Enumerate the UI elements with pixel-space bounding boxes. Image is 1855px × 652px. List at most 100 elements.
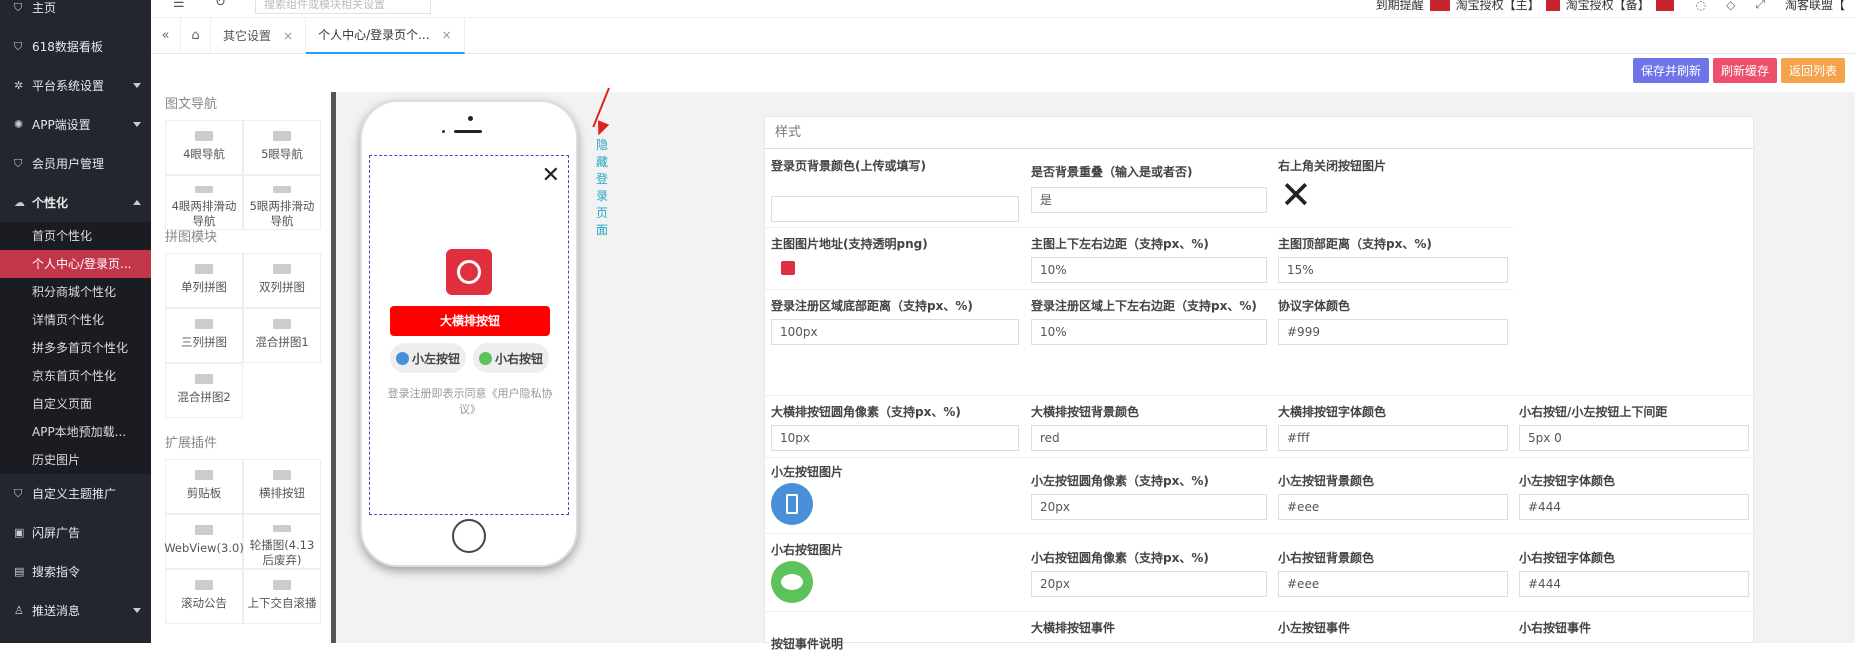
sidebar-item-splash-ads[interactable]: ▣ 闪屏广告	[0, 513, 151, 552]
sidebar-item-push-messages[interactable]: ♙ 推送消息	[0, 591, 151, 630]
taobao-auth-backup[interactable]: 淘宝授权【备】	[1566, 0, 1650, 13]
sidebar-item-member-management[interactable]: ⛉ 会员用户管理	[0, 144, 151, 183]
tabs-scroll-left-icon[interactable]: «	[151, 17, 181, 54]
main-login-button[interactable]: 大横排按钮	[390, 306, 550, 336]
sidebar-subitem[interactable]: 详情页个性化	[0, 306, 151, 334]
taobao-auth-main[interactable]: 淘宝授权【主】	[1456, 0, 1540, 13]
widget-5-eye-nav[interactable]: 5眼导航	[243, 120, 321, 175]
tag-icon[interactable]: ◇	[1726, 0, 1735, 12]
tab-label: 其它设置	[223, 29, 272, 43]
sidebar-item-search-command[interactable]: ▤ 搜索指令	[0, 552, 151, 591]
widget-label: 上下交自滚播	[247, 596, 317, 610]
shield-icon: ⛉	[14, 0, 23, 14]
widget-4-eye-slide-nav[interactable]: 4眼两排滑动导航	[165, 175, 243, 230]
widget-icon	[195, 319, 213, 329]
bg-repeat-input[interactable]: 是	[1031, 187, 1267, 213]
widget-double-puzzle[interactable]: 双列拼图	[243, 253, 321, 308]
main-btn-font-input[interactable]: #fff	[1278, 425, 1508, 451]
left-btn-radius-input[interactable]: 20px	[1031, 494, 1267, 520]
palette-icon[interactable]: ◌	[1696, 0, 1706, 12]
sidebar-item-618-dashboard[interactable]: ⛉ 618数据看板	[0, 27, 151, 66]
widget-carousel[interactable]: 轮播图(4.13后废弃)	[243, 514, 321, 569]
left-btn-font-field: 小左按钮字体颜色	[1519, 472, 1615, 489]
sidebar-subitem[interactable]: APP本地预加载...	[0, 418, 151, 446]
right-small-button[interactable]: 小右按钮	[473, 343, 549, 373]
small-btn-gap-input[interactable]: 5px 0	[1519, 425, 1749, 451]
menu-toggle-icon[interactable]: ☰	[173, 0, 185, 11]
field-label: 主图图片地址(支持透明png)	[771, 237, 928, 251]
left-btn-image-field: 小左按钮图片	[771, 463, 843, 480]
widget-webview[interactable]: WebView(3.0)	[164, 514, 244, 569]
main-margin-input[interactable]: 10%	[1031, 257, 1267, 283]
right-btn-bg-input[interactable]: #eee	[1278, 571, 1508, 597]
right-btn-font-input[interactable]: #444	[1519, 571, 1749, 597]
sidebar-subitem-active[interactable]: 个人中心/登录页...	[0, 250, 151, 278]
main-btn-bg-input[interactable]: red	[1031, 425, 1267, 451]
sidebar-item-app-settings[interactable]: ✺ APP端设置	[0, 105, 151, 144]
sidebar-item-personalization[interactable]: ☁ 个性化	[0, 183, 151, 222]
field-label: 按钮事件说明	[771, 637, 844, 651]
sidebar-subitem[interactable]: 积分商城个性化	[0, 278, 151, 306]
wrench-icon: ✲	[14, 79, 24, 92]
left-small-button[interactable]: 小左按钮	[390, 343, 466, 373]
widget-single-puzzle[interactable]: 单列拼图	[165, 253, 243, 308]
fullscreen-icon[interactable]: ⤢	[1755, 0, 1765, 12]
main-btn-font-field: 大横排按钮字体颜色	[1278, 403, 1386, 420]
sidebar-subitem[interactable]: 拼多多首页个性化	[0, 334, 151, 362]
widget-scroll-notice[interactable]: 滚动公告	[165, 569, 243, 624]
phone-icon[interactable]	[771, 483, 813, 525]
global-search-input[interactable]: 搜索组件或模块相关设置	[255, 0, 431, 14]
sidebar-subitem[interactable]: 京东首页个性化	[0, 362, 151, 390]
bg-color-input[interactable]	[771, 196, 1019, 222]
field-label: 小右按钮/小左按钮上下间距	[1519, 405, 1668, 419]
sidebar-subitem[interactable]: 历史图片	[0, 446, 151, 474]
main-margin-field: 主图上下左右边距（支持px、%)	[1031, 235, 1209, 252]
area-bottom-input[interactable]: 100px	[771, 319, 1019, 345]
widget-mixed-puzzle-2[interactable]: 混合拼图2	[165, 363, 243, 418]
close-icon[interactable]: ✕	[1280, 175, 1312, 215]
area-margin-input[interactable]: 10%	[1031, 319, 1267, 345]
right-btn-radius-input[interactable]: 20px	[1031, 571, 1267, 597]
alliance-label[interactable]: 淘客联盟【	[1785, 0, 1845, 13]
sidebar-item-custom-theme[interactable]: ⛉ 自定义主题推广	[0, 474, 151, 513]
widget-vertical-scroll[interactable]: 上下交自滚播	[243, 569, 321, 624]
gear-icon: ✺	[14, 118, 24, 131]
field-label: 小左按钮背景颜色	[1278, 474, 1375, 488]
widget-triple-puzzle[interactable]: 三列拼图	[165, 308, 243, 363]
login-preview-screen[interactable]: ✕ 大横排按钮 小左按钮 小右按钮 登录注册即表示同意《用户隐私协议》	[369, 155, 569, 515]
widget-clipboard[interactable]: 剪贴板	[165, 459, 243, 514]
save-refresh-button[interactable]: 保存并刷新	[1632, 58, 1709, 83]
widget-5-eye-slide-nav[interactable]: 5眼两排滑动导航	[243, 175, 321, 230]
main-top-input[interactable]: 15%	[1278, 257, 1508, 283]
main-image-thumb-icon[interactable]	[781, 261, 795, 275]
home-icon[interactable]: ⌂	[181, 17, 211, 54]
hide-login-page-toggle[interactable]: 隐藏登录页面	[595, 137, 609, 239]
widget-horizontal-buttons[interactable]: 横排按钮	[243, 459, 321, 514]
refresh-icon[interactable]: ↻	[215, 0, 226, 10]
right-btn-radius-field: 小右按钮圆角像素（支持px、%)	[1031, 549, 1209, 566]
sidebar-subitem[interactable]: 首页个性化	[0, 222, 151, 250]
agreement-color-input[interactable]: #999	[1278, 319, 1508, 345]
back-to-list-button[interactable]: 返回列表	[1780, 58, 1845, 83]
tab-other-settings[interactable]: 其它设置 ×	[211, 17, 307, 54]
left-btn-bg-input[interactable]: #eee	[1278, 494, 1508, 520]
widget-mixed-puzzle-1[interactable]: 混合拼图1	[243, 308, 321, 363]
widget-label: 轮播图(4.13后废弃)	[249, 538, 315, 567]
tab-personal-center[interactable]: 个人中心/登录页个... ×	[306, 17, 465, 54]
close-icon[interactable]: ✕	[542, 165, 560, 187]
refresh-cache-button[interactable]: 刷新缓存	[1712, 58, 1777, 83]
expire-reminder[interactable]: 到期提醒	[1376, 0, 1424, 13]
sidebar-item-platform-settings[interactable]: ✲ 平台系统设置	[0, 66, 151, 105]
taobao-logo-icon	[1545, 0, 1560, 11]
main-btn-radius-input[interactable]: 10px	[771, 425, 1019, 451]
wechat-icon[interactable]	[771, 561, 813, 603]
agreement-text[interactable]: 登录注册即表示同意《用户隐私协议》	[386, 386, 554, 418]
close-icon[interactable]: ×	[442, 28, 452, 42]
close-icon[interactable]: ×	[283, 29, 293, 43]
field-label: 是否背景重叠（输入是或者否)	[1031, 165, 1193, 179]
widget-icon	[273, 525, 291, 532]
widget-4-eye-nav[interactable]: 4眼导航	[165, 120, 243, 175]
sidebar-subitem[interactable]: 自定义页面	[0, 390, 151, 418]
left-btn-font-input[interactable]: #444	[1519, 494, 1749, 520]
sidebar-item-home[interactable]: ⛉ 主页	[0, 0, 151, 27]
